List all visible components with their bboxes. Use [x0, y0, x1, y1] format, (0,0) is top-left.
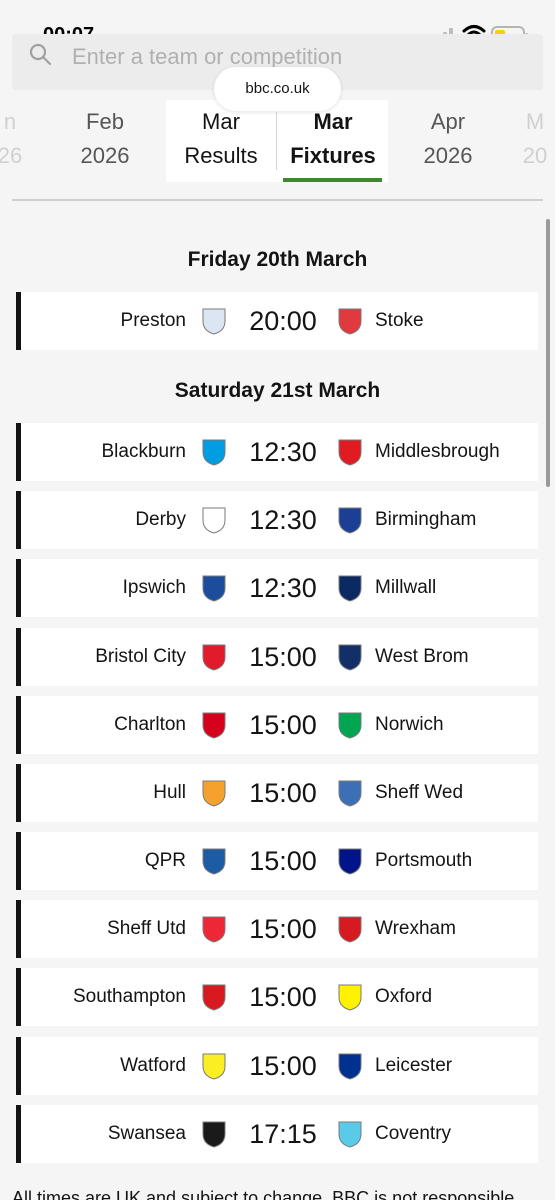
fixture-row[interactable]: Preston 20:00 Stoke	[16, 292, 538, 350]
fixture-row[interactable]: Sheff Utd 15:00 Wrexham	[16, 900, 538, 958]
away-team-crest-icon	[338, 712, 362, 739]
home-team: Blackburn	[101, 441, 187, 462]
browser-url-pill[interactable]: bbc.co.uk	[214, 67, 341, 111]
tab-previous-partial[interactable]: n 26	[0, 100, 30, 182]
home-team-crest-icon	[202, 439, 226, 466]
away-team: Oxford	[375, 986, 433, 1007]
away-team-crest-icon	[338, 780, 362, 807]
kickoff-time: 12:30	[249, 437, 317, 467]
tab-label-line2: 2026	[80, 143, 130, 168]
tab-mar-fixtures[interactable]: Mar Fixtures	[280, 100, 386, 182]
away-team: Middlesbrough	[375, 441, 500, 462]
tab-label-line1: M	[525, 109, 545, 134]
day-heading: Saturday 21st March	[174, 379, 381, 402]
home-team: Preston	[120, 310, 186, 331]
away-team-crest-icon	[338, 439, 362, 466]
section-divider	[12, 199, 543, 201]
kickoff-time: 15:00	[249, 710, 317, 740]
away-team: Wrexham	[375, 918, 456, 939]
tab-divider	[276, 112, 277, 170]
fixture-row[interactable]: Blackburn 12:30 Middlesbrough	[16, 423, 538, 481]
fixture-row[interactable]: Southampton 15:00 Oxford	[16, 968, 538, 1026]
tab-label-line1: Apr	[430, 109, 466, 134]
kickoff-time: 15:00	[249, 1051, 317, 1081]
away-team: Millwall	[375, 577, 437, 598]
home-team: Charlton	[114, 714, 186, 735]
tab-apr-2026[interactable]: Apr 2026	[408, 100, 488, 182]
tab-next-partial[interactable]: M 20	[515, 100, 555, 182]
away-team-crest-icon	[338, 644, 362, 671]
away-team-crest-icon	[338, 1053, 362, 1080]
home-team: Derby	[135, 509, 186, 530]
kickoff-time: 15:00	[249, 914, 317, 944]
fixture-row[interactable]: Watford 15:00 Leicester	[16, 1037, 538, 1095]
home-team: Southampton	[72, 986, 186, 1007]
home-team-crest-icon	[202, 712, 226, 739]
fixture-row[interactable]: Bristol City 15:00 West Brom	[16, 628, 538, 686]
kickoff-time: 15:00	[249, 778, 317, 808]
away-team-crest-icon	[338, 1121, 362, 1148]
home-team-crest-icon	[202, 308, 226, 335]
home-team-crest-icon	[202, 916, 226, 943]
away-team-crest-icon	[338, 507, 362, 534]
home-team-crest-icon	[202, 984, 226, 1011]
away-team: Birmingham	[375, 509, 477, 530]
home-team: Hull	[153, 782, 186, 803]
away-team-crest-icon	[338, 984, 362, 1011]
away-team: Leicester	[375, 1055, 453, 1076]
active-tab-indicator	[283, 178, 382, 182]
fixture-row[interactable]: QPR 15:00 Portsmouth	[16, 832, 538, 890]
home-team: Watford	[120, 1055, 186, 1076]
kickoff-time: 15:00	[249, 642, 317, 672]
times-disclaimer: All times are UK and subject to change. …	[12, 1188, 515, 1200]
tab-label-line1: Mar	[202, 109, 240, 134]
tab-label-line2: 2026	[423, 143, 473, 168]
kickoff-time: 15:00	[249, 982, 317, 1012]
kickoff-time: 15:00	[249, 846, 317, 876]
search-icon	[29, 43, 52, 66]
kickoff-time: 12:30	[249, 505, 317, 535]
tab-label-line1: Feb	[86, 109, 124, 134]
home-team-crest-icon	[202, 507, 226, 534]
tab-label-line1: Mar	[313, 109, 353, 134]
home-team-crest-icon	[202, 644, 226, 671]
fixture-row[interactable]: Ipswich 12:30 Millwall	[16, 559, 538, 617]
away-team-crest-icon	[338, 916, 362, 943]
home-team: Ipswich	[122, 577, 186, 598]
tab-label-line2: 20	[522, 143, 548, 168]
kickoff-time: 20:00	[249, 306, 317, 336]
tab-label-line2: Fixtures	[290, 143, 376, 168]
tab-label-line1: n	[3, 109, 17, 134]
away-team-crest-icon	[338, 308, 362, 335]
home-team-crest-icon	[202, 575, 226, 602]
tab-label-line2: 26	[0, 143, 23, 168]
home-team-crest-icon	[202, 848, 226, 875]
away-team: Sheff Wed	[375, 782, 464, 803]
away-team: Stoke	[375, 310, 424, 331]
home-team: Swansea	[107, 1123, 186, 1144]
fixture-row[interactable]: Derby 12:30 Birmingham	[16, 491, 538, 549]
fixture-row[interactable]: Charlton 15:00 Norwich	[16, 696, 538, 754]
away-team-crest-icon	[338, 848, 362, 875]
home-team: Sheff Utd	[107, 918, 186, 939]
away-team: Norwich	[375, 714, 444, 735]
fixture-row[interactable]: Swansea 17:15 Coventry	[16, 1105, 538, 1163]
tab-feb-2026[interactable]: Feb 2026	[65, 100, 145, 182]
away-team: Coventry	[375, 1123, 452, 1144]
away-team: West Brom	[375, 646, 469, 667]
day-heading: Friday 20th March	[187, 248, 368, 271]
home-team: Bristol City	[95, 646, 186, 667]
kickoff-time: 17:15	[249, 1119, 317, 1149]
kickoff-time: 12:30	[249, 573, 317, 603]
tab-mar-results[interactable]: Mar Results	[168, 100, 274, 182]
home-team: QPR	[144, 850, 186, 871]
home-team-crest-icon	[202, 1053, 226, 1080]
month-tabs: n 26 Feb 2026 Mar Results Mar Fixtures A…	[0, 100, 555, 186]
fixture-row[interactable]: Hull 15:00 Sheff Wed	[16, 764, 538, 822]
away-team: Portsmouth	[375, 850, 473, 871]
away-team-crest-icon	[338, 575, 362, 602]
tab-label-line2: Results	[184, 143, 258, 168]
home-team-crest-icon	[202, 1121, 226, 1148]
home-team-crest-icon	[202, 780, 226, 807]
